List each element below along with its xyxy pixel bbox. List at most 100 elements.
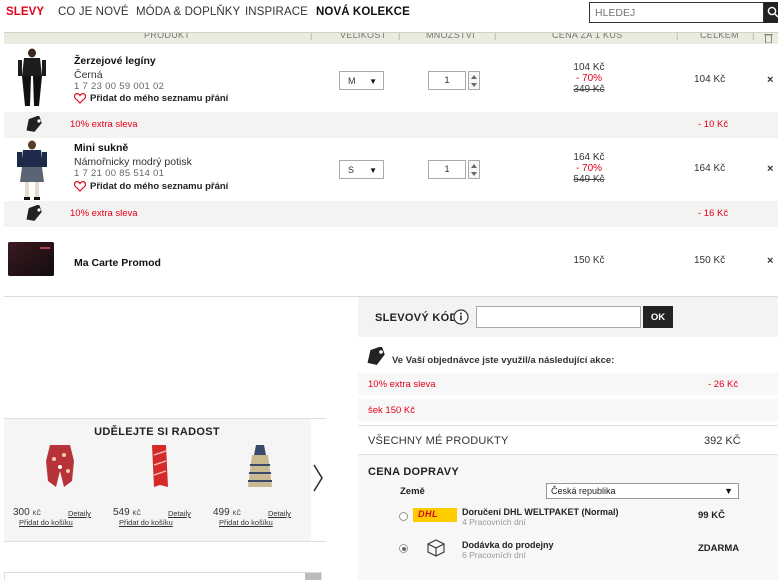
applied-action-label: 10% extra sleva <box>368 379 436 390</box>
chevron-down-icon: ▼ <box>369 166 377 175</box>
shipping-section: CENA DOPRAVY Země Česká republika ▼ DHL … <box>358 455 778 580</box>
top-navigation: SLEVY CO JE NOVÉ MÓDA & DOPLŇKY INSPIRAC… <box>0 0 778 28</box>
shipping-radio-store[interactable] <box>399 544 408 553</box>
upsell-add-to-cart-link[interactable]: Přidat do košíku <box>119 518 173 527</box>
applied-action-line: šek 150 Kč <box>358 399 778 421</box>
upsell-price: 549 KČ <box>113 507 141 518</box>
country-value: Česká republika <box>551 486 616 496</box>
remove-card-button[interactable]: × <box>767 255 773 267</box>
header-size: VELIKOST <box>340 32 387 40</box>
remove-item-button[interactable]: × <box>767 163 773 175</box>
applied-action-label: šek 150 Kč <box>368 405 415 416</box>
upsell-details-link[interactable]: Detaily <box>168 509 191 518</box>
info-icon[interactable] <box>453 309 469 325</box>
carousel-next-button[interactable] <box>311 419 326 541</box>
upsell-item: 499 KČ Detaily Přidat do košíku <box>210 441 310 541</box>
nav-inspirace[interactable]: INSPIRACE <box>245 6 308 18</box>
applied-actions-header: Ve Vaší objednávce jste využil/a následu… <box>358 337 778 373</box>
product-color: Černá <box>74 69 103 81</box>
quantity-stepper[interactable] <box>468 71 480 90</box>
upsell-product-image[interactable] <box>138 441 182 491</box>
size-select[interactable]: M ▼ <box>339 71 384 90</box>
price-tag-icon <box>26 205 42 221</box>
chevron-down-icon: ▼ <box>369 77 377 86</box>
coupon-field-wrapper <box>476 306 641 328</box>
promo-row: 10% extra sleva - 10 Kč <box>4 112 778 138</box>
upsell-add-to-cart-link[interactable]: Přidat do košíku <box>19 518 73 527</box>
remove-item-button[interactable]: × <box>767 74 773 86</box>
promo-value: - 16 Kč <box>698 208 729 219</box>
row-total: 164 Kč <box>694 163 726 174</box>
size-value: M <box>348 76 356 86</box>
upsell-price: 499 KČ <box>213 507 241 518</box>
size-select[interactable]: S ▼ <box>339 160 384 179</box>
header-product: PRODUKT <box>144 32 191 40</box>
cart-row-card: Ma Carte Promod 150 Kč 150 Kč × <box>4 228 778 292</box>
quantity-input[interactable]: 1 <box>428 160 466 179</box>
card-unit-price: 150 Kč <box>573 255 605 266</box>
product-name[interactable]: Žerzejové legíny <box>74 55 156 67</box>
header-separator: | <box>398 32 401 40</box>
cart-row-product: Žerzejové legíny Černá 1 7 23 00 59 001 … <box>4 44 778 116</box>
card-name[interactable]: Ma Carte Promod <box>74 257 161 269</box>
quantity-input[interactable]: 1 <box>428 71 466 90</box>
discount-percent: - 70% <box>575 73 603 84</box>
chevron-right-icon <box>313 464 323 492</box>
search-input[interactable] <box>590 3 763 22</box>
upsell-details-link[interactable]: Detaily <box>268 509 291 518</box>
search-icon <box>767 6 778 18</box>
nav-moda-doplnky[interactable]: MÓDA & DOPLŇKY <box>136 6 240 18</box>
country-select[interactable]: Česká republika ▼ <box>546 483 739 499</box>
add-to-wishlist-link[interactable]: Přidat do mého seznamu přání <box>74 93 228 104</box>
upsell-details-link[interactable]: Detaily <box>68 509 91 518</box>
promo-row: 10% extra sleva - 16 Kč <box>4 201 778 227</box>
add-to-wishlist-link[interactable]: Přidat do mého seznamu přání <box>74 181 228 192</box>
stepper-up-icon[interactable] <box>471 164 477 168</box>
scrollbar[interactable] <box>305 573 321 580</box>
coupon-ok-button[interactable]: OK <box>643 306 673 328</box>
coupon-section: SLEVOVÝ KÓD OK <box>358 297 778 337</box>
discount-percent: - 70% <box>575 163 603 174</box>
wishlist-label: Přidat do mého seznamu přání <box>90 181 229 192</box>
old-price: 549 Kč <box>573 174 605 185</box>
bottom-panel <box>4 572 322 580</box>
header-separator: | <box>494 32 497 40</box>
all-products-value: 392 KČ <box>704 435 741 447</box>
shipping-option-name: Dodávka do prodejny <box>462 540 554 550</box>
product-code: 1 7 23 00 59 001 02 <box>74 81 165 92</box>
search-box <box>589 2 764 23</box>
wishlist-label: Přidat do mého seznamu přání <box>90 93 229 104</box>
old-price: 349 Kč <box>573 84 605 95</box>
stepper-down-icon[interactable] <box>471 83 477 87</box>
cart-row-product: Mini sukně Námořnicky modrý potisk 1 7 2… <box>4 138 778 204</box>
cart-table-header: PRODUKT | VELIKOST | MNOŽSTVÍ | CENA ZA … <box>4 32 778 44</box>
chevron-down-icon: ▼ <box>724 486 733 496</box>
upsell-product-image[interactable] <box>38 441 82 491</box>
stepper-up-icon[interactable] <box>471 75 477 79</box>
upsell-add-to-cart-link[interactable]: Přidat do košíku <box>219 518 273 527</box>
shipping-option-price: 99 KČ <box>698 510 725 521</box>
size-value: S <box>348 165 355 175</box>
product-name[interactable]: Mini sukně <box>74 142 128 154</box>
nav-nova-kolekce[interactable]: NOVÁ KOLEKCE <box>316 6 410 18</box>
nav-co-je-nove[interactable]: CO JE NOVÉ <box>58 6 129 18</box>
search-button[interactable] <box>764 2 778 23</box>
product-code: 1 7 21 00 85 514 01 <box>74 168 165 179</box>
product-image-skirt[interactable] <box>12 140 52 202</box>
nav-slevy[interactable]: SLEVY <box>6 6 44 18</box>
upsell-price: 300 KČ <box>13 507 41 518</box>
heart-icon <box>74 93 86 104</box>
upsell-product-image[interactable] <box>238 441 282 491</box>
shipping-radio-dhl[interactable] <box>399 512 408 521</box>
gift-card-image <box>8 242 54 276</box>
promo-label: 10% extra sleva <box>70 119 138 130</box>
product-image-leggings[interactable] <box>12 48 52 108</box>
dhl-logo: DHL <box>413 508 457 522</box>
box-icon <box>427 539 445 557</box>
coupon-input[interactable] <box>477 307 640 327</box>
applied-actions-text: Ve Vaší objednávce jste využil/a následu… <box>392 355 615 366</box>
trash-icon <box>764 33 773 44</box>
quantity-stepper[interactable] <box>468 160 480 179</box>
upsell-item: 549 KČ Detaily Přidat do košíku <box>110 441 210 541</box>
stepper-down-icon[interactable] <box>471 172 477 176</box>
